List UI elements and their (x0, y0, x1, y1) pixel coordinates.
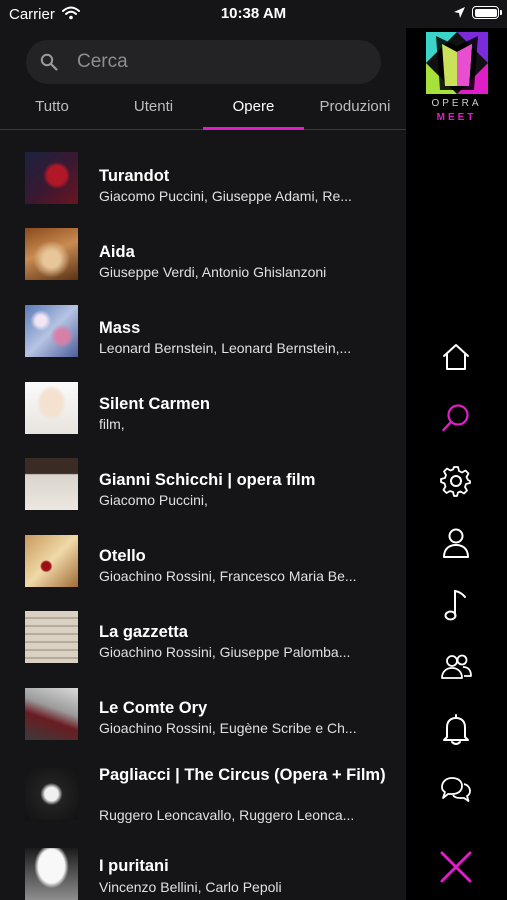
nav-profile[interactable] (436, 523, 476, 563)
tab-tutto[interactable]: Tutto (12, 98, 92, 115)
close-icon (440, 851, 472, 883)
list-item[interactable]: Turandot Giacomo Puccini, Giuseppe Adami… (0, 152, 406, 218)
list-item[interactable]: La gazzetta Gioachino Rossini, Giuseppe … (0, 611, 406, 677)
nav-settings[interactable] (436, 461, 476, 501)
thumbnail (25, 768, 78, 820)
item-title: Gianni Schicchi | opera film (99, 471, 316, 489)
tab-produzioni[interactable]: Produzioni (312, 98, 398, 115)
item-subtitle: Giuseppe Verdi, Antonio Ghislanzoni (99, 264, 327, 280)
sidebar: OPERA MEET (406, 28, 507, 900)
tab-opere[interactable]: Opere (203, 98, 304, 115)
item-subtitle: Vincenzo Bellini, Carlo Pepoli (99, 879, 282, 895)
main-panel: Tutto Utenti Opere Produzioni Turandot G… (0, 0, 406, 900)
thumbnail (25, 848, 78, 900)
location-arrow-icon (454, 7, 465, 18)
item-title: La gazzetta (99, 623, 188, 641)
item-title: Aida (99, 243, 135, 261)
list-item[interactable]: I puritani Vincenzo Bellini, Carlo Pepol… (0, 848, 406, 900)
thumbnail (25, 688, 78, 740)
item-subtitle: Gioachino Rossini, Eugène Scribe e Ch... (99, 720, 357, 736)
clock: 10:38 AM (220, 5, 287, 22)
item-title: Le Comte Ory (99, 699, 208, 717)
list-item[interactable]: Mass Leonard Bernstein, Leonard Bernstei… (0, 305, 406, 371)
list-item[interactable]: Pagliacci | The Circus (Opera + Film) Ru… (0, 765, 406, 831)
item-title: Mass (99, 319, 141, 337)
item-subtitle: Leonard Bernstein, Leonard Bernstein,... (99, 340, 352, 356)
thumbnail (25, 611, 78, 663)
logo-text-opera: OPERA (431, 98, 482, 109)
item-subtitle: Giacomo Puccini, (99, 492, 208, 508)
search-input[interactable] (77, 40, 367, 84)
search-bar[interactable] (26, 40, 381, 84)
item-subtitle: Giacomo Puccini, Giuseppe Adami, Re... (99, 188, 352, 204)
list-item[interactable]: Otello Gioachino Rossini, Francesco Mari… (0, 535, 406, 601)
music-note-icon (444, 589, 466, 621)
nav-close[interactable] (436, 847, 476, 887)
search-icon (442, 404, 469, 432)
nav-home[interactable] (436, 337, 476, 377)
thumbnail (25, 458, 78, 510)
nav-community[interactable] (436, 647, 476, 687)
group-icon (441, 654, 472, 679)
item-subtitle: Gioachino Rossini, Giuseppe Palomba... (99, 644, 351, 660)
nav-music[interactable] (436, 585, 476, 625)
opera-meet-logo (426, 32, 488, 94)
item-title: Silent Carmen (99, 395, 210, 413)
thumbnail (25, 152, 78, 204)
list-item[interactable]: Gianni Schicchi | opera film Giacomo Puc… (0, 458, 406, 524)
tab-utenti[interactable]: Utenti (106, 98, 201, 115)
item-subtitle: Gioachino Rossini, Francesco Maria Be... (99, 568, 357, 584)
list-item[interactable]: Aida Giuseppe Verdi, Antonio Ghislanzoni (0, 228, 406, 294)
gear-icon (440, 466, 471, 497)
item-subtitle: Ruggero Leoncavallo, Ruggero Leonca... (99, 807, 355, 823)
tab-bar: Tutto Utenti Opere Produzioni (0, 92, 406, 130)
item-subtitle: film, (99, 416, 125, 432)
nav-search[interactable] (436, 398, 476, 438)
thumbnail (25, 382, 78, 434)
status-bar: Carrier 10:38 AM (0, 0, 507, 28)
thumbnail (25, 305, 78, 357)
tab-active-indicator (203, 127, 304, 130)
logo-text-meet: MEET (436, 112, 477, 123)
search-icon (40, 53, 58, 71)
bell-icon (443, 714, 469, 745)
list-item[interactable]: Silent Carmen film, (0, 382, 406, 448)
item-title: I puritani (99, 857, 169, 875)
chat-icon (441, 777, 471, 802)
list-item[interactable]: Le Comte Ory Gioachino Rossini, Eugène S… (0, 688, 406, 754)
nav-messages[interactable] (436, 770, 476, 810)
thumbnail (25, 535, 78, 587)
thumbnail (25, 228, 78, 280)
nav-notifications[interactable] (436, 709, 476, 749)
home-icon (443, 344, 469, 370)
item-title: Turandot (99, 167, 170, 185)
user-icon (443, 528, 469, 558)
item-title: Pagliacci | The Circus (Opera + Film) (99, 766, 386, 784)
item-title: Otello (99, 547, 146, 565)
battery-icon (472, 6, 502, 19)
